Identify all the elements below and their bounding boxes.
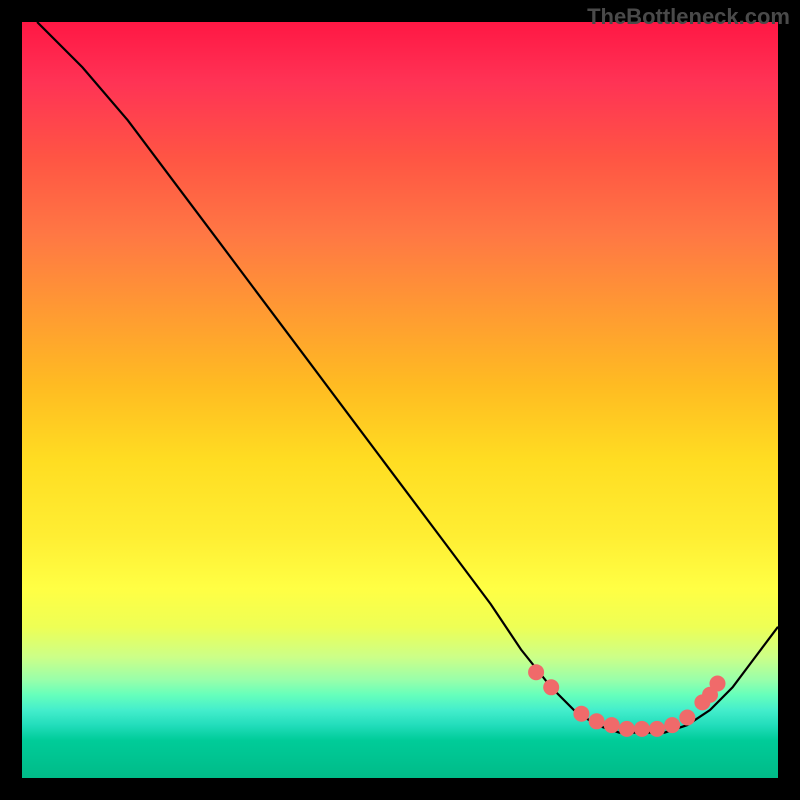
valley-marker [649, 721, 665, 737]
valley-marker [679, 710, 695, 726]
valley-marker [573, 706, 589, 722]
valley-marker [664, 717, 680, 733]
valley-marker [543, 679, 559, 695]
chart-overlay [22, 22, 778, 778]
bottleneck-curve [37, 22, 778, 733]
valley-marker [619, 721, 635, 737]
valley-marker [710, 676, 726, 692]
plot-area [22, 22, 778, 778]
valley-marker [604, 717, 620, 733]
watermark-text: TheBottleneck.com [587, 4, 790, 30]
valley-marker [528, 664, 544, 680]
valley-marker [589, 713, 605, 729]
valley-marker [634, 721, 650, 737]
valley-markers [528, 664, 725, 737]
